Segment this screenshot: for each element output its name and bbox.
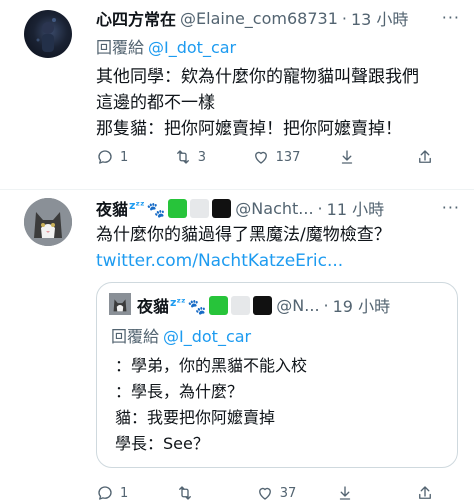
black-square-icon [212,199,232,218]
quoted-text-line: ：學弟，你的黑貓不能入校 [115,356,308,375]
display-name[interactable]: 夜貓zᶻᶻ 🐾 [137,293,273,317]
zzz-icon: zᶻᶻ [129,199,145,212]
black-square-icon [253,296,273,315]
url-link[interactable]: twitter.com/NachtKatzeEric... [96,248,460,274]
mention-link[interactable]: @I_dot_car [148,38,236,57]
display-name[interactable]: 心四方常在 [96,6,176,30]
download-button[interactable] [338,148,378,166]
avatar[interactable] [24,10,72,58]
cat-avatar-image [24,198,72,246]
white-square-icon [231,296,251,315]
like-count: 37 [279,485,297,501]
timestamp[interactable]: 19 小時 [333,293,390,317]
zzz-icon: zᶻᶻ [170,296,186,309]
timestamp[interactable]: 13 小時 [351,6,408,30]
reply-icon [98,150,112,164]
tweet-text: 其他同學：欸為什麼你的寵物貓叫聲跟我們 這邊的都不一樣 那隻貓：把你阿嬤賣掉！把… [96,64,460,142]
retweet-button[interactable]: 3 [174,148,214,166]
more-options-icon[interactable]: ··· [442,198,460,217]
white-square-icon [190,199,210,218]
reply-icon [98,486,112,500]
like-button[interactable]: 137 [252,148,301,166]
share-icon [419,150,431,163]
tweet-header: 夜貓zᶻᶻ 🐾 @Nacht... · 11 小時 [96,196,466,220]
download-button[interactable] [336,484,376,502]
avatar[interactable] [109,293,131,315]
reply-button[interactable]: 1 [96,148,136,166]
heart-icon [258,487,271,500]
tweet[interactable]: 心四方常在 @Elaine_com68731 · 13 小時 ··· 回覆給 @I… [0,0,474,190]
tweet-text: 為什麼你的貓過得了黑魔法/魔物檢查？ twitter.com/NachtKatz… [96,222,460,274]
avatar-image [36,18,56,52]
reply-prefix: 回覆給 [96,38,145,57]
paw-icon: 🐾 [146,201,166,219]
like-button[interactable]: 37 [256,484,297,502]
tweet-text-line: 其他同學：欸為什麼你的寵物貓叫聲跟我們 [96,67,419,87]
like-count: 137 [275,149,301,165]
reply-context: 回覆給 @I_dot_car [96,34,236,58]
separator: · [341,8,347,28]
heart-icon [254,151,267,164]
action-bar: 1 37 [96,482,456,504]
quoted-tweet-header: 夜貓zᶻᶻ 🐾 @N... · 19 小時 [137,293,390,317]
display-name-text: 夜貓 [137,297,170,316]
reply-context: 回覆給 @I_dot_car [111,323,251,347]
share-button[interactable] [416,148,456,166]
quoted-tweet-text: ：學弟，你的黑貓不能入校 ：學長，為什麼？ 貓：我要把你阿嬤賣掉 學長：See？ [115,353,307,457]
display-name[interactable]: 夜貓zᶻᶻ 🐾 [96,196,232,220]
reply-button[interactable]: 1 [96,484,136,502]
paw-icon: 🐾 [187,298,207,316]
timestamp[interactable]: 11 小時 [327,196,384,220]
user-handle[interactable]: @N... [276,296,319,315]
share-icon [419,486,431,499]
separator: · [323,295,329,315]
tweet-text-line: 為什麼你的貓過得了黑魔法/魔物檢查？ [96,225,391,245]
separator: · [317,198,323,218]
cat-avatar-image [109,293,131,315]
tweet-header: 心四方常在 @Elaine_com68731 · 13 小時 [96,6,466,30]
retweet-icon [178,486,191,500]
display-name-text: 夜貓 [96,200,129,219]
user-handle[interactable]: @Nacht... [235,199,313,218]
action-bar: 1 3 137 [96,146,456,168]
retweet-icon [176,150,189,164]
green-square-icon [168,199,188,218]
avatar[interactable] [24,198,72,246]
reply-count: 1 [120,485,129,501]
mention-link[interactable]: @I_dot_car [163,327,251,346]
retweet-button[interactable] [176,484,216,502]
tweet-text-line: 那隻貓：把你阿嬤賣掉！把你阿嬤賣掉！ [96,119,402,139]
tweet-text-line: 這邊的都不一樣 [96,93,215,113]
tweet[interactable]: 夜貓zᶻᶻ 🐾 @Nacht... · 11 小時 ··· 為什麼你的貓過得了黑魔… [0,190,474,504]
share-button[interactable] [416,484,456,502]
green-square-icon [209,296,229,315]
quoted-text-line: 貓：我要把你阿嬤賣掉 [115,408,276,427]
reply-count: 1 [120,149,129,165]
user-handle[interactable]: @Elaine_com68731 [180,9,338,28]
retweet-count: 3 [197,149,207,165]
quoted-tweet[interactable]: 夜貓zᶻᶻ 🐾 @N... · 19 小時 回覆給 @I_dot_car ：學弟，你… [96,282,458,468]
quoted-text-line: ：學長，為什麼？ [115,382,244,401]
quoted-text-line: 學長：See？ [115,434,209,453]
download-arrow-icon [339,486,351,500]
download-arrow-icon [341,150,353,164]
more-options-icon[interactable]: ··· [442,8,460,27]
reply-prefix: 回覆給 [111,327,160,346]
